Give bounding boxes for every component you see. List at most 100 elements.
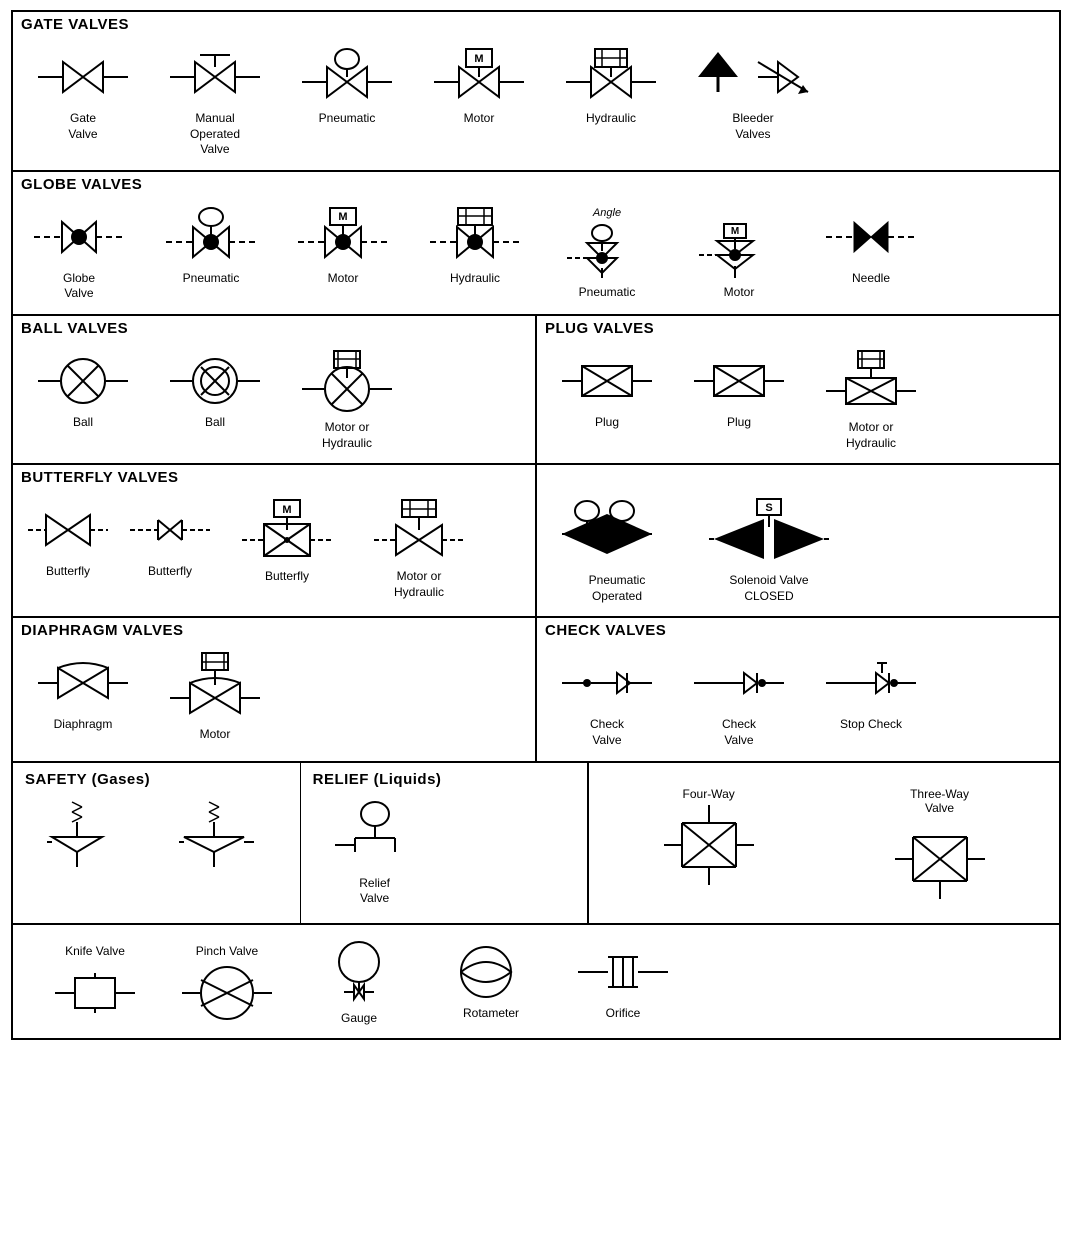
rotameter-label: Rotameter [463,1006,519,1022]
motor-globe-symbol: M [298,207,388,267]
bleeder-valves-label: BleederValves [732,111,773,142]
plug-valve-item1: Plug [547,351,667,431]
butterfly-valves-section: BUTTERFLY VALVES Butterfly [13,465,537,616]
pneumatic-globe-label: Pneumatic [183,271,240,287]
safety-symbol2 [174,802,264,862]
globe-valves-section: GLOBE VALVES GlobeValve [13,172,1059,316]
plug-valve-label1: Plug [595,415,619,431]
solenoid-valve-label: Solenoid ValveCLOSED [729,573,808,604]
motor-hydraulic-butterfly-label: Motor orHydraulic [394,569,444,600]
butterfly-symbol3: M [242,500,332,565]
ball-valves-title: BALL VALVES [13,316,535,339]
ball-valve-symbol1 [38,351,128,411]
four-way-top-label: Four-Way [683,787,735,801]
svg-text:S: S [765,502,772,514]
ball-valve-symbol2 [170,351,260,411]
check-valve-item1: CheckValve [547,653,667,748]
motor-gate-symbol: M [434,47,524,107]
relief-section: RELIEF (Liquids) [301,763,588,923]
knife-valve-item: Knife Valve [35,940,155,1024]
butterfly-label3: Butterfly [265,569,309,585]
svg-text:M: M [474,53,483,65]
motor-globe-label: Motor [328,271,359,287]
gate-valves-section: GATE VALVES GateValve [13,12,1059,172]
gauge-label: Gauge [341,1011,377,1027]
plug-valves-title: PLUG VALVES [537,316,1059,339]
safety-section: SAFETY (Gases) [13,763,301,923]
check-valve-symbol1 [562,653,652,713]
butterfly-symbol1 [23,500,113,560]
motor-hydraulic-ball-item: Motor orHydraulic [287,351,407,451]
gate-valve-label: GateValve [68,111,97,142]
bleeder-valves-symbol [688,47,818,107]
safety-relief-section: SAFETY (Gases) [13,763,589,923]
solenoid-valve-item: S Solenoid ValveCLOSED [699,499,839,604]
diaphragm-symbol [38,653,128,713]
pneumatic-gate-label: Pneumatic [319,111,376,127]
ball-valve-label1: Ball [73,415,93,431]
manual-valve-label: ManualOperatedValve [190,111,240,158]
safety-grid [17,790,296,874]
plug-valve-label2: Plug [727,415,751,431]
gauge-symbol [314,937,404,1007]
four-way-symbol [664,805,754,885]
orifice-item: Orifice [563,942,683,1022]
butterfly-valves-grid: Butterfly [13,488,535,612]
pinch-valve-item: Pinch Valve [167,940,287,1024]
globe-valve-symbol [34,207,124,267]
relief-item: ReliefValve [315,802,435,907]
motor-hydraulic-ball-label: Motor orHydraulic [322,420,372,451]
butterfly-label2: Butterfly [148,564,192,580]
svg-text:M: M [338,211,347,223]
needle-item: Needle [811,207,931,287]
manual-valve-item: ManualOperatedValve [155,47,275,158]
three-way-symbol [895,819,985,899]
motor-hydraulic-butterfly-item: Motor orHydraulic [359,500,479,600]
pneumatic-globe-item: Pneumatic [151,207,271,287]
ball-valve-label2: Ball [205,415,225,431]
safety-fourway-row: SAFETY (Gases) [13,763,1059,925]
gate-valve-symbol [38,47,128,107]
hydraulic-gate-symbol [566,47,656,107]
solenoid-valve-symbol: S [709,499,829,569]
valve-chart: GATE VALVES GateValve [11,10,1061,1040]
bleeder-valves-item: BleederValves [683,47,823,142]
diaphragm-section: DIAPHRAGM VALVES [13,618,537,760]
three-way-item: Three-WayValve [880,787,1000,899]
ball-valves-section: BALL VALVES Ball [13,316,537,463]
relief-title: RELIEF (Liquids) [305,767,584,790]
safety-item2 [159,802,279,862]
check-valves-section: CHECK VALVES [537,618,1059,760]
svg-text:M: M [282,504,291,516]
gauge-item: Gauge [299,937,419,1027]
plug-valve-symbol1 [562,351,652,411]
pneumatic-operated-item: PneumaticOperated [547,499,687,604]
diaphragm-title: DIAPHRAGM VALVES [13,618,535,641]
plug-valves-grid: Plug Plug [537,339,1059,463]
hydraulic-gate-item: Hydraulic [551,47,671,127]
motor-hydraulic-ball-symbol [302,351,392,416]
four-three-way-section: Four-Way [589,763,1059,923]
safety-title: SAFETY (Gases) [17,767,296,790]
motor-diaphragm-symbol [170,653,260,723]
pneumatic-gate-symbol [302,47,392,107]
motor-globe-item: M Motor [283,207,403,287]
hydraulic-globe-symbol [430,207,520,267]
stop-check-item: Stop Check [811,653,931,733]
motor-hydraulic-plug-symbol [826,351,916,416]
special-valves-section: PneumaticOperated S [537,465,1059,616]
motor-diaphragm-item: Motor [155,653,275,743]
knife-valve-symbol [50,963,140,1023]
safety-symbol1 [42,802,132,862]
diaphragm-check-row: DIAPHRAGM VALVES [13,618,1059,762]
ball-valve-item1: Ball [23,351,143,431]
knife-valve-top-label: Knife Valve [65,944,125,960]
motor-hydraulic-plug-label: Motor orHydraulic [846,420,896,451]
plug-valves-section: PLUG VALVES Plug [537,316,1059,463]
plug-valve-symbol2 [694,351,784,411]
hydraulic-globe-item: Hydraulic [415,207,535,287]
stop-check-symbol [826,653,916,713]
gate-valves-grid: GateValve ManualOperatedValve [13,35,1059,170]
gate-valves-title: GATE VALVES [13,12,1059,35]
needle-symbol [826,207,916,267]
